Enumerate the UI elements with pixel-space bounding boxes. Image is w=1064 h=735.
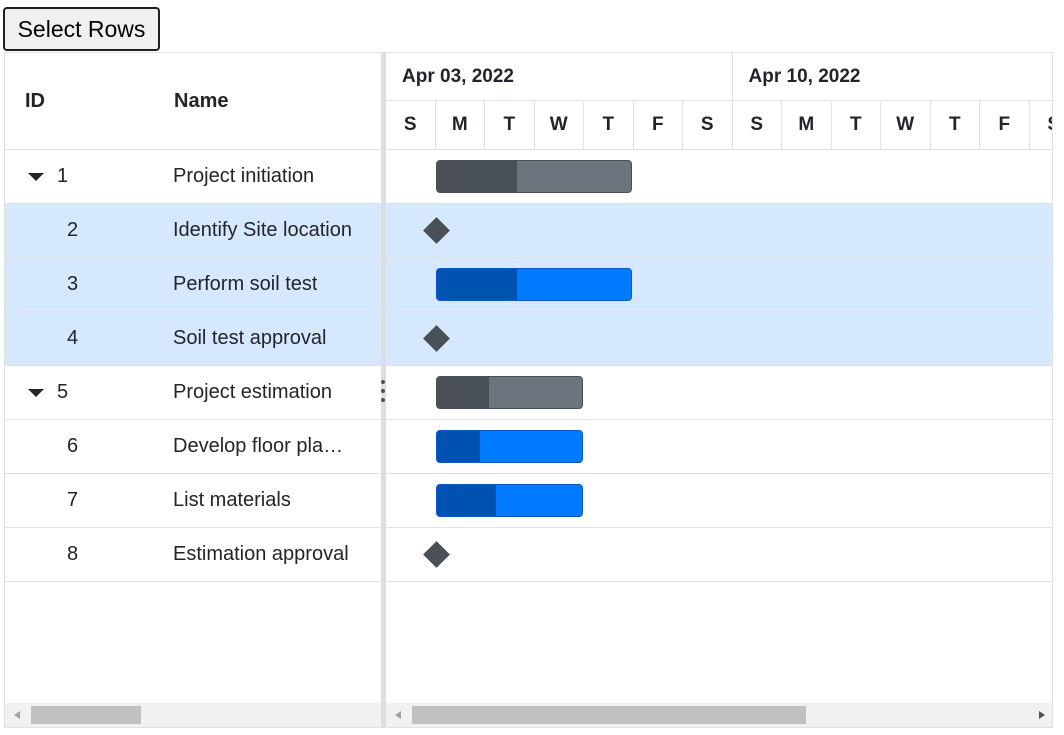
grid-horizontal-scrollbar[interactable]	[5, 703, 381, 727]
collapse-caret-icon[interactable]	[28, 172, 44, 181]
week-label: Apr 10, 2022	[732, 53, 1052, 101]
task-id: 1	[57, 165, 69, 187]
id-cell: 5	[5, 366, 174, 419]
day-label: T	[832, 101, 881, 149]
name-cell: Project initiation	[173, 150, 373, 203]
task-id: 5	[57, 381, 69, 403]
task-progress-fill	[437, 161, 517, 192]
task-progress-fill	[437, 377, 490, 408]
task-name: Identify Site location	[173, 219, 352, 241]
chart-row[interactable]	[386, 204, 1052, 258]
timeline-day-header: SMTWTFSSMTWTFS	[386, 101, 1052, 150]
parent-task-bar[interactable]	[436, 376, 583, 409]
day-label: S	[1030, 101, 1052, 149]
task-progress-fill	[437, 485, 497, 516]
chart-row[interactable]	[386, 312, 1052, 366]
name-cell: Estimation approval	[173, 528, 373, 581]
scroll-left-arrow-icon[interactable]	[395, 711, 401, 719]
column-header-id[interactable]: ID	[25, 53, 45, 149]
day-label: M	[782, 101, 832, 149]
task-name: Perform soil test	[173, 273, 318, 295]
task-bar[interactable]	[436, 430, 583, 463]
task-bar[interactable]	[436, 268, 632, 301]
chart-row[interactable]	[386, 258, 1052, 312]
task-name: Project initiation	[173, 165, 315, 187]
table-row[interactable]: 5 Project estimation	[5, 366, 382, 420]
grid-scroll-thumb[interactable]	[31, 706, 141, 724]
task-name: Soil test approval	[173, 327, 327, 349]
day-label: T	[485, 101, 535, 149]
task-id: 2	[67, 219, 79, 241]
column-header-name[interactable]: Name	[174, 53, 228, 149]
day-label: M	[436, 101, 485, 149]
id-cell: 2	[5, 204, 174, 257]
week-label: Apr 03, 2022	[386, 53, 733, 101]
chart-row[interactable]	[386, 474, 1052, 528]
table-row[interactable]: 2 Identify Site location	[5, 204, 382, 258]
day-label: W	[535, 101, 584, 149]
task-grid: ID Name 1 Project initiation 2 Identify Sit…	[5, 53, 382, 727]
name-cell: Develop floor pla…	[173, 420, 373, 473]
day-label: W	[881, 101, 931, 149]
day-label: F	[634, 101, 683, 149]
task-id: 3	[67, 273, 79, 295]
id-cell: 7	[5, 474, 174, 527]
day-label: F	[980, 101, 1030, 149]
name-cell: List materials	[173, 474, 373, 527]
collapse-caret-icon[interactable]	[28, 388, 44, 397]
name-cell: Project estimation	[173, 366, 373, 419]
day-label: S	[733, 101, 782, 149]
parent-task-bar[interactable]	[436, 160, 632, 193]
task-name: List materials	[173, 489, 291, 511]
select-rows-button[interactable]: Select Rows	[3, 7, 160, 51]
task-name: Estimation approval	[173, 543, 349, 565]
table-row[interactable]: 4 Soil test approval	[5, 312, 382, 366]
chart-scroll-thumb[interactable]	[412, 706, 806, 724]
chart-row[interactable]	[386, 528, 1052, 582]
gantt-chart: ID Name 1 Project initiation 2 Identify Sit…	[4, 52, 1053, 728]
table-row[interactable]: 1 Project initiation	[5, 150, 382, 204]
milestone-marker[interactable]	[423, 217, 450, 244]
task-progress-fill	[437, 269, 517, 300]
task-id: 6	[67, 435, 79, 457]
table-row[interactable]: 6 Develop floor pla…	[5, 420, 382, 474]
id-cell: 1	[5, 150, 174, 203]
day-label: T	[931, 101, 980, 149]
grid-header: ID Name	[5, 53, 382, 150]
table-row[interactable]: 3 Perform soil test	[5, 258, 382, 312]
id-cell: 3	[5, 258, 174, 311]
day-label: S	[386, 101, 436, 149]
scroll-left-arrow-icon[interactable]	[14, 711, 20, 719]
chart-row[interactable]	[386, 150, 1052, 204]
chart-horizontal-scrollbar[interactable]	[386, 703, 1052, 727]
task-id: 4	[67, 327, 79, 349]
name-cell: Perform soil test	[173, 258, 373, 311]
timeline-chart: Apr 03, 2022Apr 10, 2022 SMTWTFSSMTWTFS	[386, 53, 1052, 727]
task-progress-fill	[437, 431, 481, 462]
task-id: 8	[67, 543, 79, 565]
milestone-marker[interactable]	[423, 325, 450, 352]
table-row[interactable]: 8 Estimation approval	[5, 528, 382, 582]
id-cell: 6	[5, 420, 174, 473]
scroll-right-arrow-icon[interactable]	[1039, 711, 1045, 719]
chart-row[interactable]	[386, 420, 1052, 474]
task-id: 7	[67, 489, 79, 511]
id-cell: 8	[5, 528, 174, 581]
name-cell: Identify Site location	[173, 204, 373, 257]
task-name: Project estimation	[173, 381, 332, 403]
timeline-week-header: Apr 03, 2022 Apr 10, 2022	[386, 53, 1052, 101]
name-cell: Soil test approval	[173, 312, 373, 365]
milestone-marker[interactable]	[423, 541, 450, 568]
task-bar[interactable]	[436, 484, 583, 517]
id-cell: 4	[5, 312, 174, 365]
chart-row[interactable]	[386, 366, 1052, 420]
task-name: Develop floor pla…	[173, 435, 344, 457]
table-row[interactable]: 7 List materials	[5, 474, 382, 528]
day-label: S	[683, 101, 733, 149]
day-label: T	[584, 101, 634, 149]
